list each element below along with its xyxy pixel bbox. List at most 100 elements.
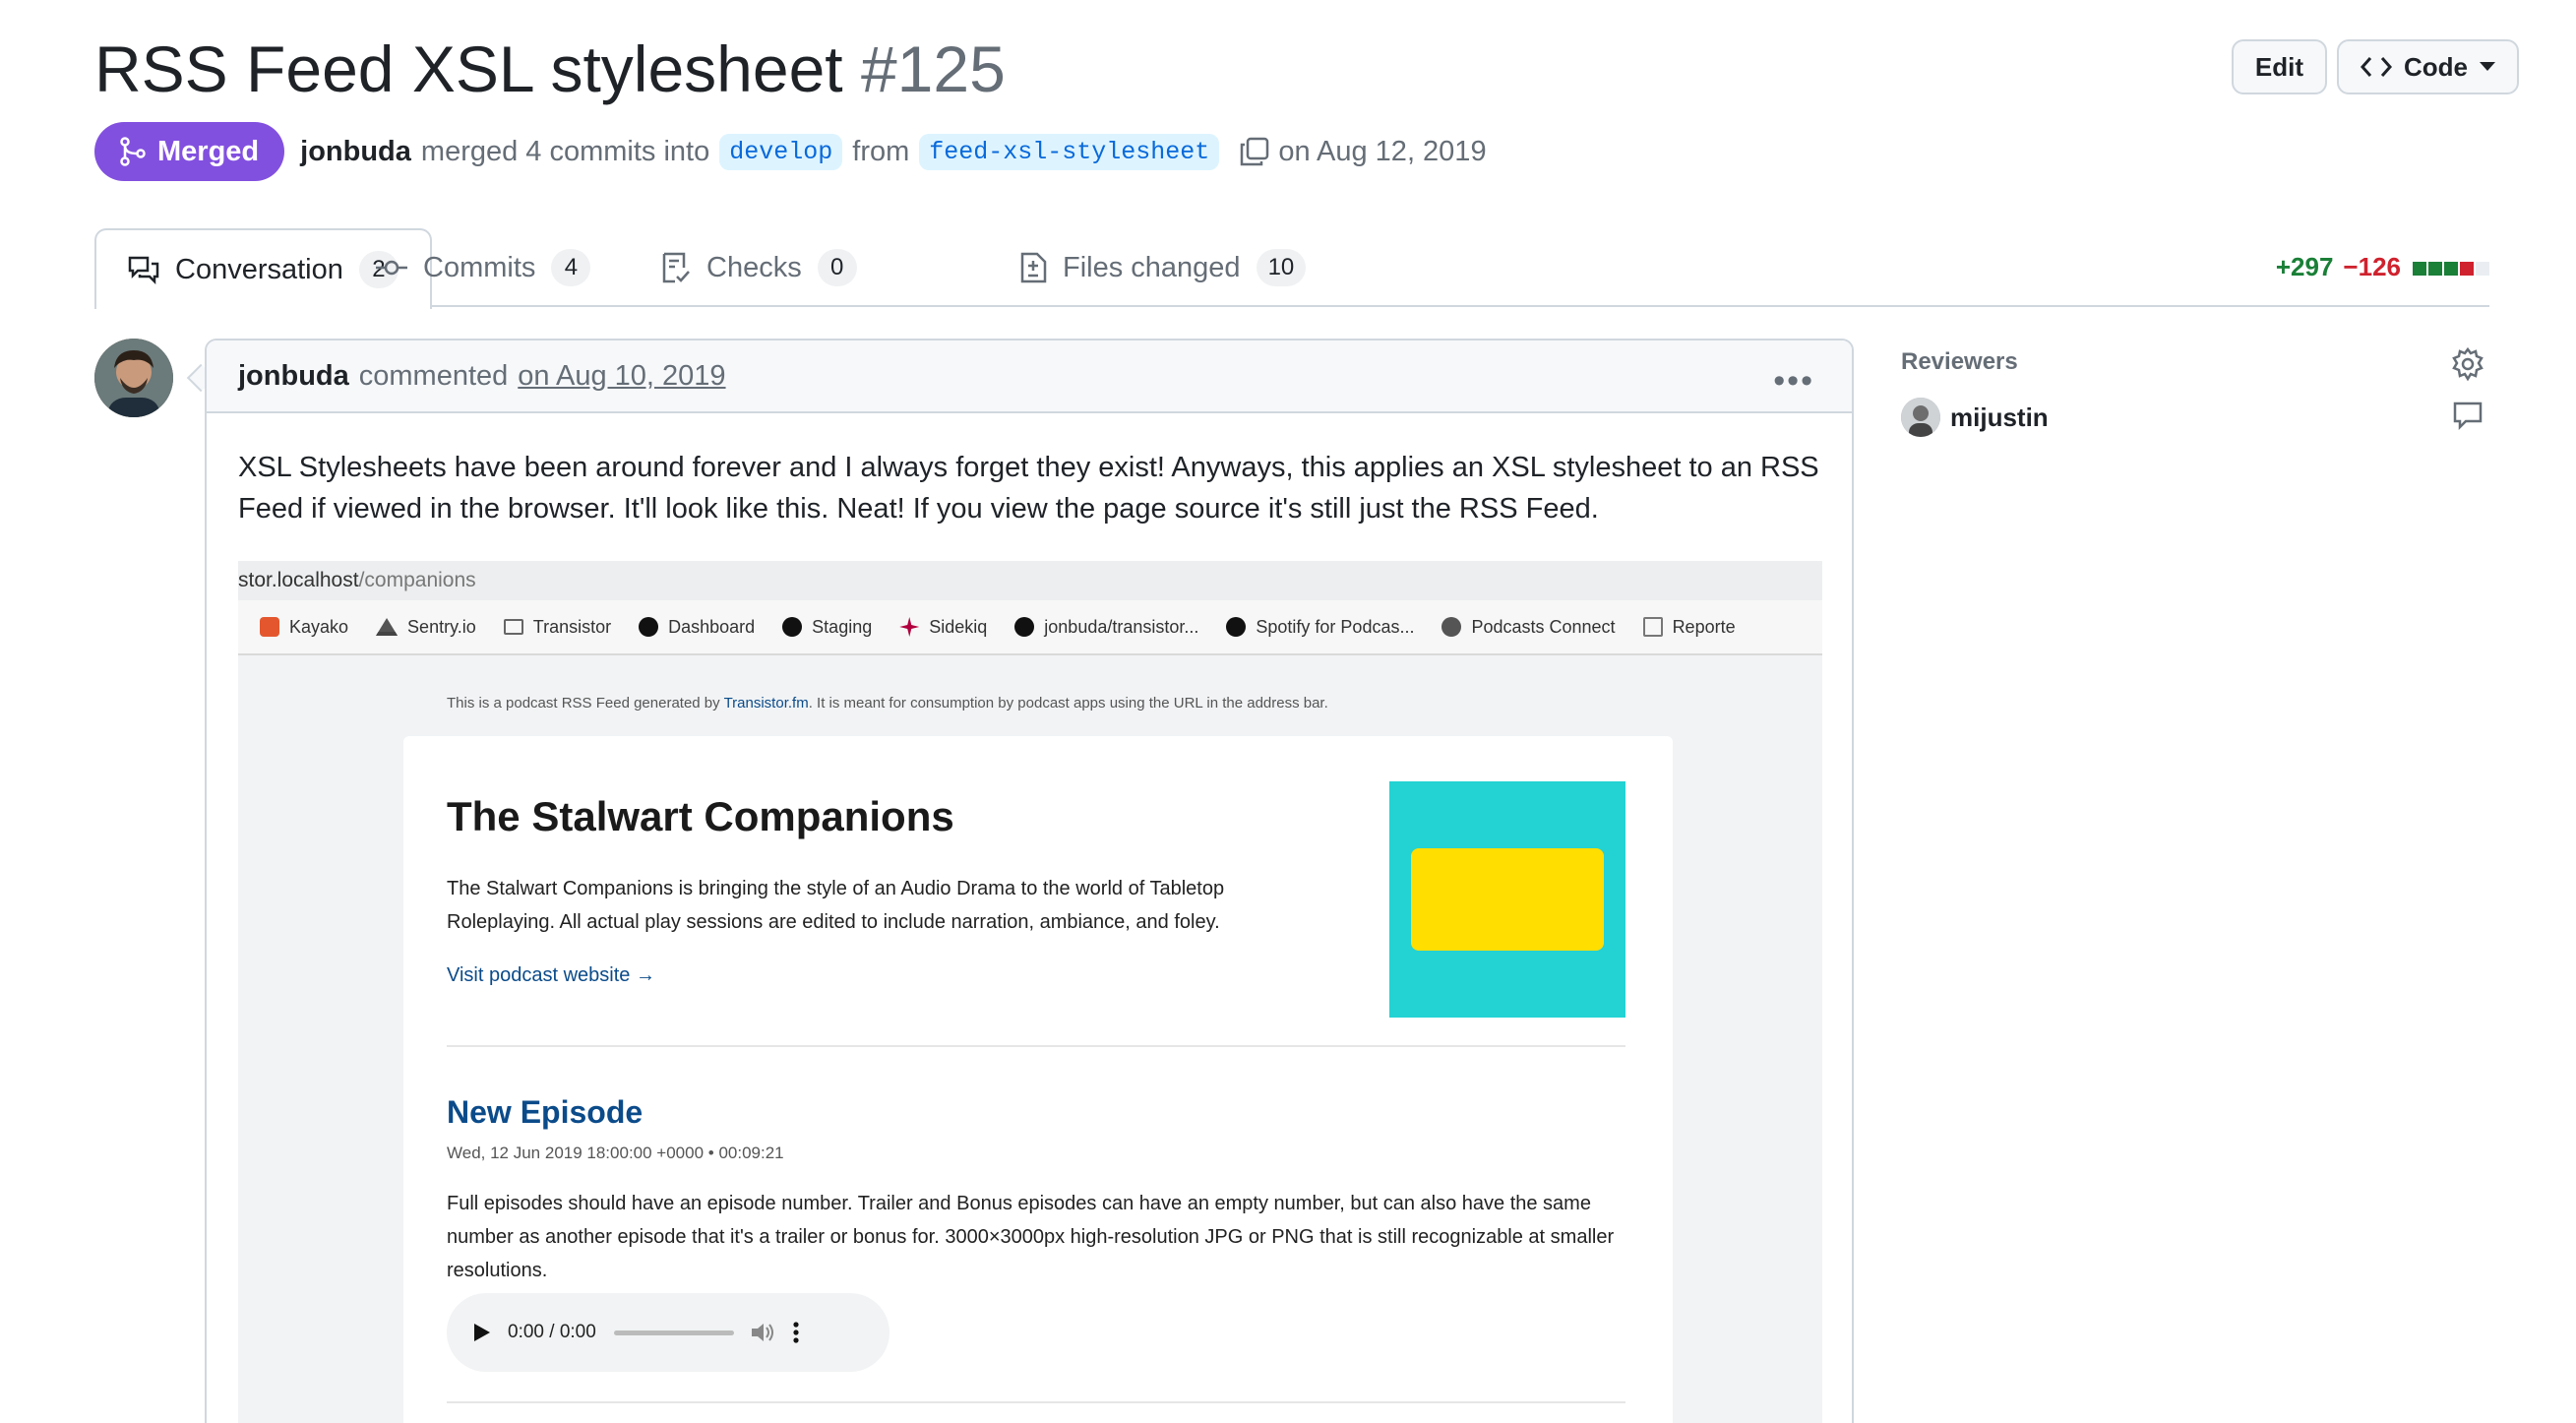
bookmark-item: Spotify for Podcas... [1226, 617, 1414, 638]
comment-box: jonbuda commented on Aug 10, 2019 ••• XS… [205, 339, 1854, 1423]
edit-label: Edit [2254, 51, 2303, 82]
volume-icon [751, 1324, 773, 1341]
bookmark-item: Podcasts Connect [1441, 616, 1616, 638]
bookmark-label: jonbuda/transistor... [1044, 616, 1199, 637]
transistor-icon [639, 617, 659, 637]
tab-commits[interactable]: Commits 4 [344, 228, 622, 307]
github-icon [1014, 617, 1035, 637]
head-branch[interactable]: feed-xsl-stylesheet [919, 133, 1220, 170]
code-button[interactable]: Code [2337, 39, 2519, 94]
podcast-card: The Stalwart Companions The Stalwart Com… [403, 736, 1673, 1423]
tab-checks[interactable]: Checks 0 [630, 228, 889, 307]
bookmark-label: Podcasts Connect [1471, 616, 1616, 637]
tab-label: Files changed [1063, 251, 1241, 283]
browser-url-bar: stor.localhost/companions [238, 561, 1822, 600]
rss-notice: This is a podcast RSS Feed generated by … [447, 695, 1328, 712]
diffstat: +297 −126 [2276, 252, 2489, 282]
author-link[interactable]: jonbuda [300, 136, 411, 168]
embedded-screenshot: stor.localhost/companions Kayako Sentry.… [238, 561, 1822, 1423]
play-icon [474, 1324, 490, 1341]
kebab-menu-icon[interactable]: ••• [1773, 362, 1814, 401]
comment-discussion-icon [128, 256, 159, 284]
tab-files-changed[interactable]: Files changed 10 [988, 228, 1337, 307]
base-branch[interactable]: develop [719, 133, 843, 170]
url-host: stor.localhost [238, 569, 359, 591]
bookmark-item: Transistor [503, 616, 612, 638]
tab-label: Commits [423, 251, 536, 283]
sidekiq-icon [899, 617, 920, 637]
bookmark-item: Kayako [260, 617, 348, 638]
player-time: 0:00 / 0:00 [508, 1322, 596, 1342]
kayako-icon [260, 617, 279, 637]
bookmark-label: Sidekiq [929, 616, 988, 637]
comment-action: commented [358, 359, 509, 392]
bookmark-label: Dashboard [668, 616, 756, 637]
bookmarks-bar: Kayako Sentry.io Transistor Dashboard St… [238, 600, 1822, 655]
url-path: /companions [358, 569, 476, 591]
bookmark-label: Reporte [1672, 616, 1736, 637]
code-icon [2361, 57, 2392, 77]
bookmark-label: Staging [812, 616, 873, 637]
more-vertical-icon [793, 1322, 799, 1343]
from-text: from [852, 135, 910, 167]
pr-title: RSS Feed XSL stylesheet [94, 32, 843, 105]
commit-icon [376, 260, 407, 276]
edit-button[interactable]: Edit [2231, 39, 2327, 94]
bookmark-item: Reporte [1642, 616, 1736, 638]
pr-tabs: Conversation 2 Commits 4 Checks 0 Files … [94, 228, 2489, 309]
gear-icon[interactable] [2450, 346, 2485, 382]
pr-meta: Merged jonbuda merged 4 commits into dev… [94, 122, 1487, 181]
page-title: RSS Feed XSL stylesheet #125 [94, 26, 1006, 112]
diffstat-bar [2411, 252, 2489, 282]
reviewer-item[interactable]: mijustin [1901, 398, 2049, 437]
header-actions: Edit Code [2231, 39, 2519, 94]
notice-pre: This is a podcast RSS Feed generated by [447, 695, 720, 712]
deletions-count: −126 [2343, 252, 2401, 281]
tab-label: Conversation [175, 253, 343, 285]
sentry-icon [376, 618, 399, 636]
artwork-shape [1411, 848, 1604, 951]
avatar [1901, 398, 1940, 437]
bookmark-label: Spotify for Podcas... [1256, 616, 1415, 637]
code-label: Code [2404, 51, 2468, 82]
tab-counter: 4 [551, 249, 591, 286]
copy-icon[interactable] [1239, 136, 1270, 167]
reviewer-name: mijustin [1950, 402, 2049, 432]
pr-number: #125 [860, 32, 1006, 105]
episode-description: Full episodes should have an episode num… [447, 1193, 1615, 1281]
comment-date[interactable]: on Aug 10, 2019 [518, 360, 725, 393]
spotify-icon [1226, 617, 1247, 637]
comment-author[interactable]: jonbuda [238, 360, 349, 393]
bookmark-label: Transistor [532, 616, 612, 637]
episode-title: New Episode [447, 1094, 644, 1130]
globe-icon [1441, 617, 1462, 637]
reviewers-heading[interactable]: Reviewers [1901, 348, 2018, 376]
merge-icon [120, 137, 146, 166]
transistor-icon [782, 617, 803, 637]
podcast-title: The Stalwart Companions [447, 793, 954, 839]
merge-date: on Aug 12, 2019 [1278, 135, 1487, 167]
merge-text: merged 4 commits into [420, 135, 710, 167]
tab-counter: 10 [1256, 249, 1307, 286]
divider [447, 1045, 1625, 1047]
comment-header: jonbuda commented on Aug 10, 2019 ••• [207, 340, 1852, 413]
bookmark-item: jonbuda/transistor... [1014, 617, 1198, 638]
file-diff-icon [1020, 252, 1047, 283]
bookmark-item: Sentry.io [376, 617, 476, 638]
podcast-description: The Stalwart Companions is bringing the … [447, 878, 1225, 933]
avatar[interactable] [94, 339, 173, 417]
tab-counter: 0 [817, 249, 857, 286]
divider [447, 1401, 1625, 1403]
bookmark-label: Kayako [289, 616, 349, 637]
notice-post: . It is meant for consumption by podcast… [808, 695, 1328, 712]
podcast-website-link: Visit podcast website → [447, 964, 655, 986]
comment-icon[interactable] [2452, 400, 2484, 431]
comment-body: XSL Stylesheets have been around forever… [238, 452, 1819, 525]
episode-date: Wed, 12 Jun 2019 18:00:00 +0000 • 00:09:… [447, 1144, 784, 1162]
page-icon [1642, 617, 1663, 637]
notice-link: Transistor.fm [723, 695, 809, 712]
bookmark-item: Sidekiq [899, 617, 987, 638]
status-badge: Merged [94, 122, 285, 181]
folder-icon [503, 619, 523, 635]
bookmark-label: Sentry.io [407, 616, 476, 637]
